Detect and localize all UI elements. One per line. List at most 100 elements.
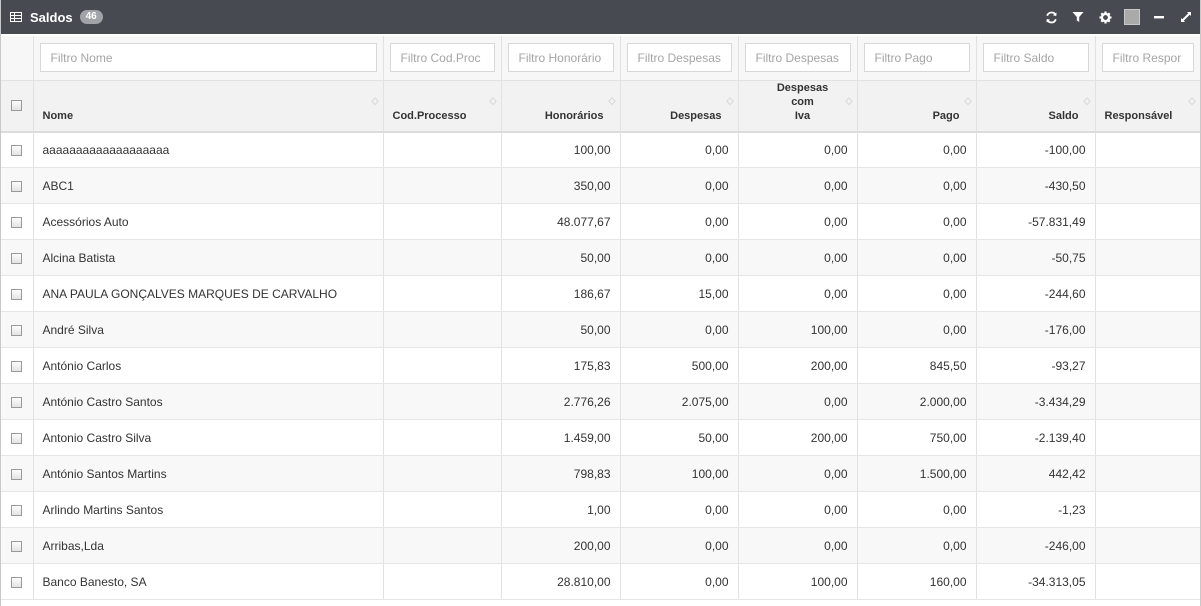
column-label-despesas: Despesas [670,109,722,122]
cell-pago: 160,00 [857,563,977,600]
cell-responsavel [1095,419,1200,456]
table-row[interactable]: ABC1 350,00 0,00 0,00 0,00 -430,50 [1,167,1200,204]
filter-despesas-iva-input[interactable] [744,43,851,73]
cell-cod-processo [383,527,502,564]
gear-icon[interactable] [1097,9,1113,25]
cell-cod-processo [383,491,502,528]
filter-pago-input[interactable] [863,43,970,73]
row-checkbox[interactable] [11,288,23,300]
cell-pago: 0,00 [857,167,977,204]
column-header-nome[interactable]: Nome [33,80,384,133]
sort-icon [607,96,616,105]
column-header-despesas-iva[interactable]: Despesas com Iva [738,80,858,133]
cell-saldo: -100,00 [976,131,1096,168]
row-checkbox[interactable] [11,252,23,264]
cell-cod-processo [383,383,502,420]
cell-saldo: -176,00 [976,311,1096,348]
cell-nome: Arlindo Martins Santos [33,491,384,528]
row-checkbox[interactable] [11,540,23,552]
row-checkbox[interactable] [11,145,23,157]
filter-honorarios-input[interactable] [507,43,614,73]
cell-despesas: 500,00 [620,347,739,384]
column-header-responsavel[interactable]: Responsável [1095,80,1200,133]
column-header-saldo[interactable]: Saldo [976,80,1096,133]
cell-despesas: 0,00 [620,167,739,204]
cell-saldo: -246,00 [976,527,1096,564]
table-row[interactable]: Arribas,Lda 200,00 0,00 0,00 0,00 -246,00 [1,527,1200,564]
table-row[interactable]: António Santos Martins 798,83 100,00 0,00 1.… [1,455,1200,492]
cell-nome: Acessórios Auto [33,203,384,240]
minimize-icon[interactable] [1151,9,1167,25]
row-checkbox[interactable] [11,216,23,228]
filter-cod-processo-input[interactable] [389,43,495,73]
cell-despesas-iva: 0,00 [738,275,858,312]
table-row[interactable]: Alcina Batista 50,00 0,00 0,00 0,00 -50,75 [1,239,1200,276]
table-row[interactable]: António Castro Santos 2.776,26 2.075,00 0,0… [1,383,1200,420]
filter-nome-input[interactable] [39,43,377,73]
cell-responsavel [1095,203,1200,240]
filter-despesas-input[interactable] [626,43,732,73]
cell-saldo: -430,50 [976,167,1096,204]
cell-honorarios: 50,00 [501,311,621,348]
row-checkbox[interactable] [11,180,23,192]
color-square-icon[interactable] [1124,9,1140,25]
row-checkbox[interactable] [11,396,23,408]
column-header-despesas[interactable]: Despesas [620,80,739,133]
row-checkbox[interactable] [11,504,23,516]
cell-pago: 0,00 [857,131,977,168]
cell-pago: 0,00 [857,527,977,564]
filter-responsavel-input[interactable] [1101,43,1194,73]
sort-icon [963,96,972,105]
cell-despesas: 0,00 [620,131,739,168]
cell-despesas: 0,00 [620,203,739,240]
select-all-checkbox[interactable] [11,100,23,112]
cell-saldo: -93,27 [976,347,1096,384]
cell-cod-processo [383,455,502,492]
cell-nome: António Castro Santos [33,383,384,420]
table-row[interactable]: ANA PAULA GONÇALVES MARQUES DE CARVALHO 1… [1,275,1200,312]
cell-honorarios: 50,00 [501,239,621,276]
cell-despesas-iva: 0,00 [738,203,858,240]
cell-pago: 750,00 [857,419,977,456]
cell-cod-processo [383,239,502,276]
column-header-honorarios[interactable]: Honorários [501,80,621,133]
cell-honorarios: 48.077,67 [501,203,621,240]
sort-icon [1082,96,1091,105]
table-row[interactable]: António Carlos 175,83 500,00 200,00 845,50 -9… [1,347,1200,384]
cell-saldo: -2.139,40 [976,419,1096,456]
panel-toolbar [1032,0,1194,34]
row-checkbox[interactable] [11,468,23,480]
cell-responsavel [1095,527,1200,564]
filter-saldo-input[interactable] [982,43,1089,73]
cell-despesas: 0,00 [620,491,739,528]
cell-responsavel [1095,347,1200,384]
column-label-despesas-iva-2: Iva [794,109,811,122]
cell-honorarios: 1.459,00 [501,419,621,456]
cell-honorarios: 186,67 [501,275,621,312]
cell-honorarios: 1,00 [501,491,621,528]
table-row[interactable]: aaaaaaaaaaaaaaaaaaa 100,00 0,00 0,00 0,00 -10… [1,131,1200,168]
cell-saldo: -34.313,05 [976,563,1096,600]
row-checkbox[interactable] [11,324,23,336]
cell-despesas-iva: 100,00 [738,311,858,348]
table-row[interactable]: André Silva 50,00 0,00 100,00 0,00 -176,00 [1,311,1200,348]
filter-row [1,36,1200,81]
cell-saldo: -1,23 [976,491,1096,528]
cell-despesas: 50,00 [620,419,739,456]
filter-icon[interactable] [1070,9,1086,25]
table-row[interactable]: Antonio Castro Silva 1.459,00 50,00 200,00 7… [1,419,1200,456]
cell-responsavel [1095,563,1200,600]
row-checkbox[interactable] [11,576,23,588]
row-checkbox[interactable] [11,360,23,372]
column-header-pago[interactable]: Pago [857,80,977,133]
table-row[interactable]: Arlindo Martins Santos 1,00 0,00 0,00 0,00 -1… [1,491,1200,528]
expand-icon[interactable] [1178,9,1194,25]
column-header-cod-processo[interactable]: Cod.Processo [383,80,502,133]
cell-responsavel [1095,491,1200,528]
table-row[interactable]: Acessórios Auto 48.077,67 0,00 0,00 0,00 -57.… [1,203,1200,240]
table-row[interactable]: Banco Banesto, SA 28.810,00 0,00 100,00 160,… [1,563,1200,600]
refresh-icon[interactable] [1043,9,1059,25]
cell-cod-processo [383,563,502,600]
cell-nome: Arribas,Lda [33,527,384,564]
row-checkbox[interactable] [11,432,23,444]
